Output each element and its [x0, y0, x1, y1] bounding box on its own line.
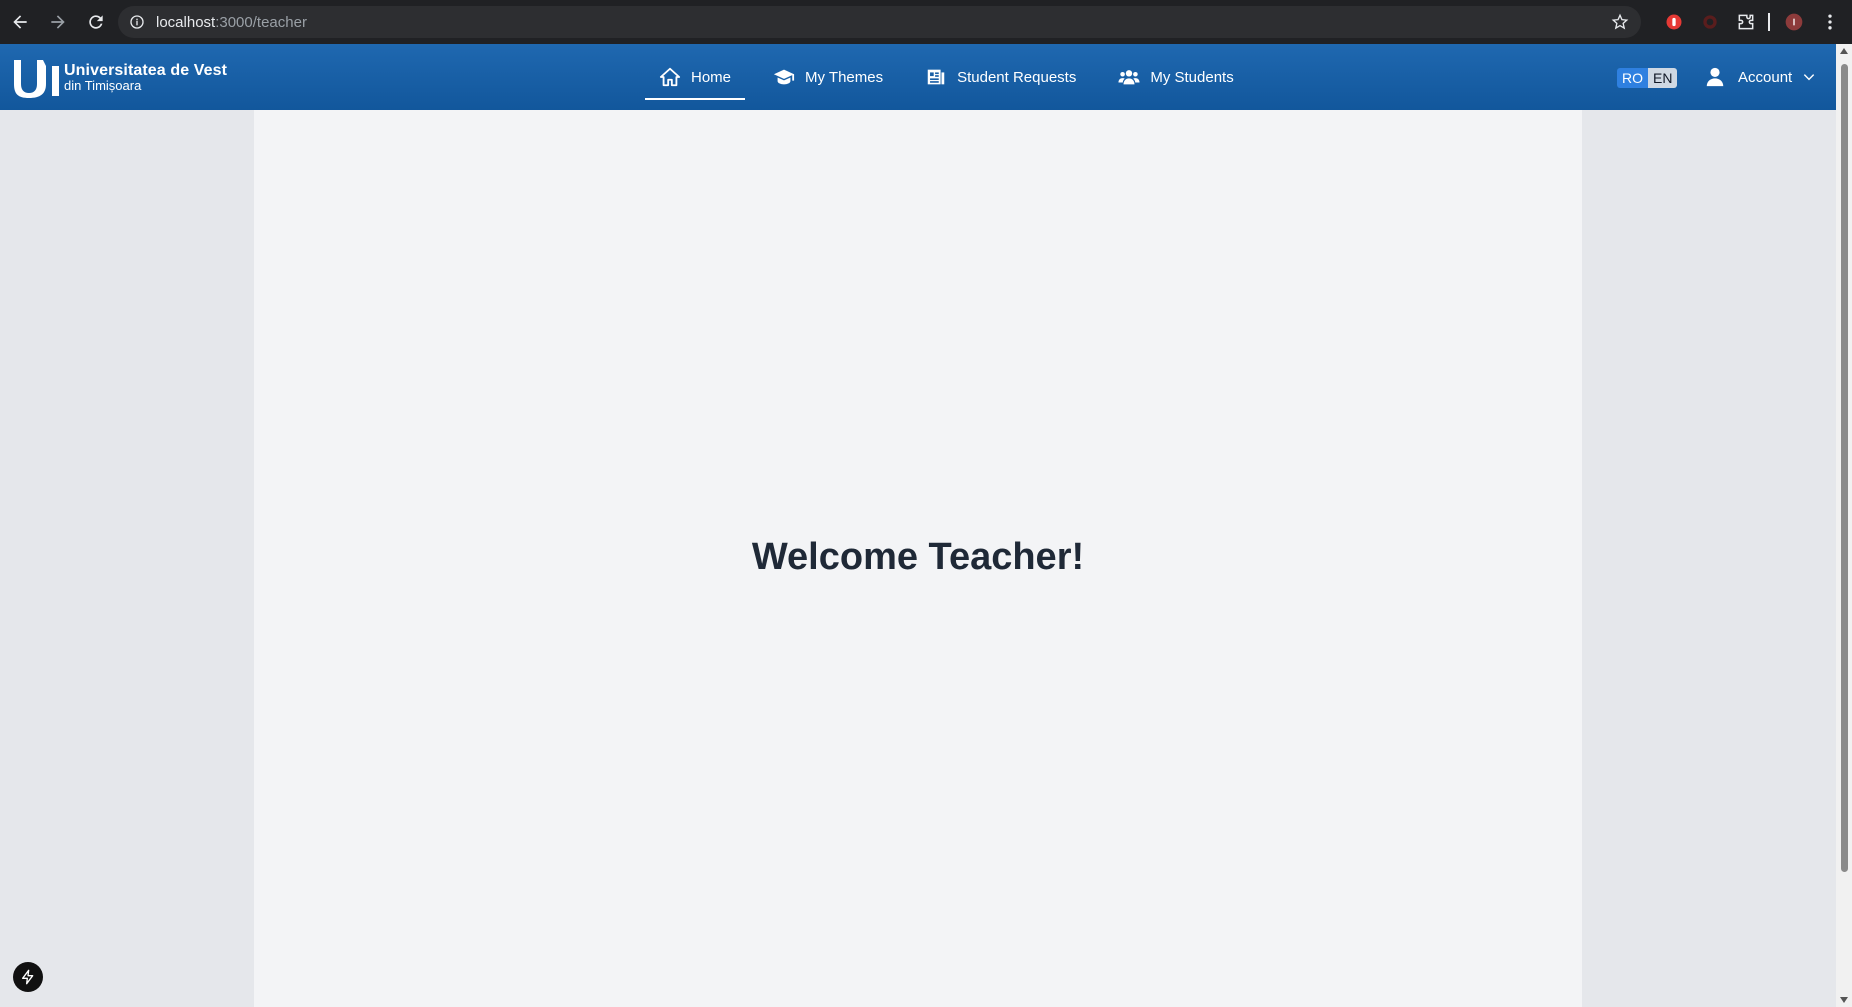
- reload-button[interactable]: [78, 4, 114, 40]
- extensions-area: [1660, 0, 1852, 44]
- bookmark-star-icon[interactable]: [1611, 13, 1629, 31]
- dark-extension-icon[interactable]: [1696, 8, 1724, 36]
- user-icon: [1706, 67, 1724, 87]
- nav-my-themes-label: My Themes: [805, 68, 884, 86]
- address-bar[interactable]: localhost:3000/teacher: [118, 6, 1641, 38]
- lang-en-button[interactable]: EN: [1648, 68, 1678, 88]
- back-arrow-icon: [13, 15, 27, 29]
- logo-text: Universitatea de Vest din Timișoara: [64, 62, 228, 94]
- puzzle-extensions-icon[interactable]: [1732, 8, 1760, 36]
- browser-menu-icon[interactable]: [1816, 8, 1844, 36]
- home-icon: [659, 67, 681, 87]
- welcome-heading: Welcome Teacher!: [751, 536, 1085, 578]
- university-logo[interactable]: Universitatea de Vest din Timișoara: [12, 56, 227, 100]
- reload-icon: [89, 15, 103, 29]
- nav-my-themes[interactable]: My Themes: [759, 44, 897, 110]
- account-label: Account: [1738, 68, 1793, 86]
- url-path: :3000/teacher: [215, 13, 307, 31]
- language-toggle: RO EN: [1617, 68, 1678, 88]
- nav-my-students[interactable]: My Students: [1104, 44, 1247, 110]
- url-host: localhost: [156, 13, 216, 31]
- nav-home[interactable]: Home: [645, 44, 746, 110]
- logo-line1: Universitatea de Vest: [64, 62, 228, 79]
- nav-home-label: Home: [691, 68, 732, 86]
- account-menu[interactable]: Account: [1704, 44, 1816, 110]
- profile-avatar-icon[interactable]: [1780, 8, 1808, 36]
- uvt-logo-icon: [14, 60, 59, 98]
- nav-student-requests[interactable]: Student Requests: [911, 44, 1090, 110]
- forward-arrow-icon: [51, 15, 65, 29]
- scroll-up-arrow-icon[interactable]: [1840, 48, 1848, 54]
- logo-line2: din Timișoara: [64, 78, 142, 93]
- app-header: Universitatea de Vest din Timișoara Home…: [0, 44, 1836, 110]
- graduation-cap-icon: [773, 69, 795, 85]
- nav-student-requests-label: Student Requests: [957, 68, 1077, 86]
- dev-tools-button[interactable]: [13, 962, 43, 992]
- main-content: Welcome Teacher!: [254, 110, 1582, 1007]
- back-button[interactable]: [2, 4, 38, 40]
- site-info-icon[interactable]: [128, 13, 146, 31]
- forward-button[interactable]: [40, 4, 76, 40]
- lightning-bolt-icon: [22, 969, 34, 985]
- nav-my-students-label: My Students: [1150, 68, 1234, 86]
- scroll-down-arrow-icon[interactable]: [1840, 997, 1848, 1003]
- chevron-down-icon: [1804, 74, 1815, 81]
- url-text: localhost:3000/teacher: [156, 14, 307, 31]
- browser-toolbar: localhost:3000/teacher: [0, 0, 1852, 44]
- document-list-icon: [927, 69, 945, 85]
- red-extension-icon[interactable]: [1660, 8, 1688, 36]
- page-scrollbar[interactable]: [1836, 44, 1852, 1007]
- main-nav: Home My Themes Student Requests My Stude…: [645, 44, 1262, 110]
- lang-ro-button[interactable]: RO: [1617, 68, 1648, 88]
- toolbar-divider: [1768, 13, 1770, 31]
- users-icon: [1118, 70, 1140, 85]
- scroll-thumb[interactable]: [1841, 64, 1848, 872]
